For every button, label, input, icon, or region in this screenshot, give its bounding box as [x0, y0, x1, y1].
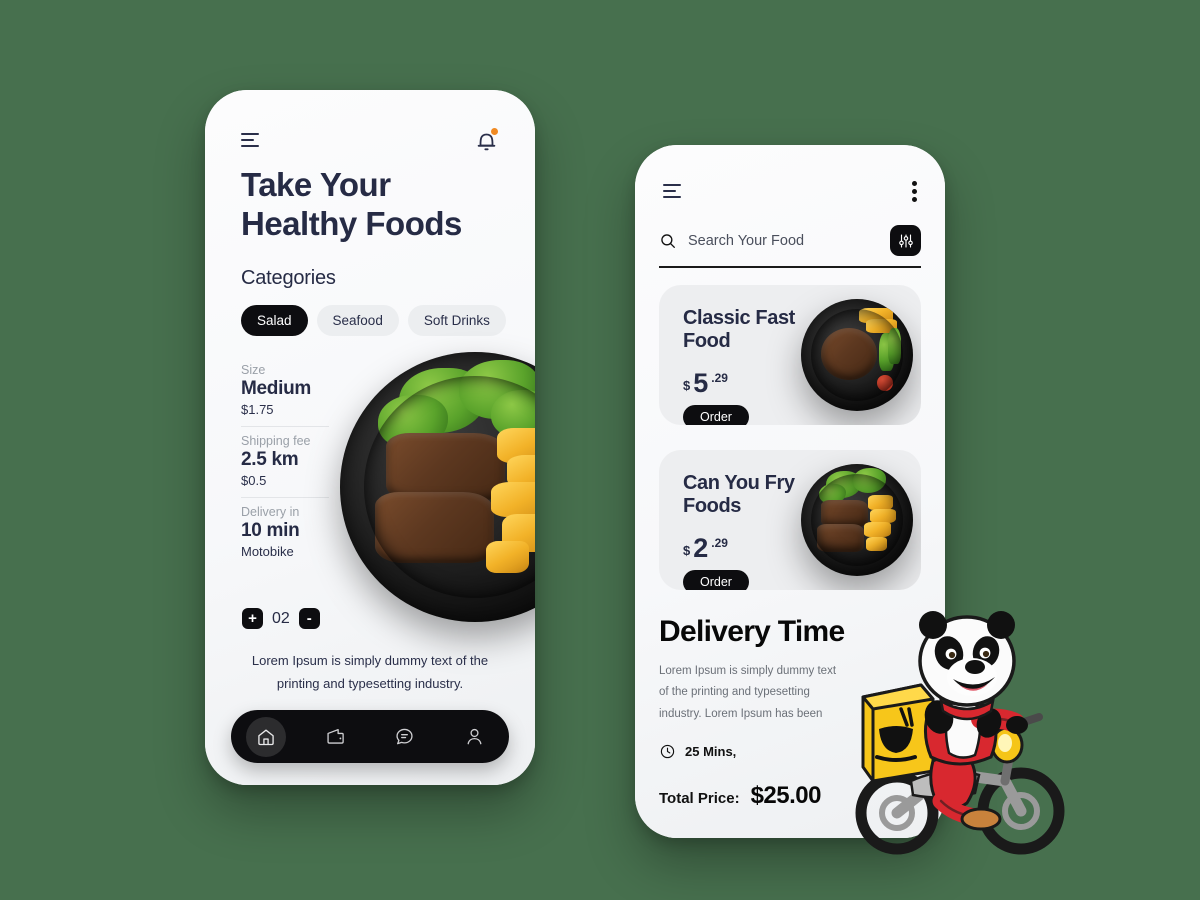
bottom-navigation-bar: [231, 710, 509, 763]
filter-button[interactable]: [890, 225, 921, 256]
order-button[interactable]: Order: [683, 570, 749, 590]
spec-divider: [241, 497, 329, 498]
spec-shipping-value: 2.5 km: [241, 449, 299, 470]
food-card[interactable]: Can You Fry Foods $ 2 .29 Order: [659, 450, 921, 590]
nav-profile-button[interactable]: [454, 717, 494, 757]
category-chip-list: Salad Seafood Soft Drinks: [241, 305, 506, 336]
price-decimal: .29: [711, 536, 728, 550]
delivery-duration-value: 25 Mins,: [685, 744, 737, 759]
panda-rider-glyph: [855, 611, 1065, 855]
food-card-price: $ 2 .29: [683, 535, 728, 562]
spec-size-price: $1.75: [241, 402, 274, 417]
search-icon: [661, 233, 675, 248]
spec-divider: [241, 426, 329, 427]
spec-size-value: Medium: [241, 378, 311, 399]
spec-delivery-value: 10 min: [241, 520, 300, 541]
kebab-menu-icon[interactable]: [912, 181, 917, 202]
spec-delivery: Delivery in 10 min Motobike: [241, 505, 333, 559]
spec-delivery-mode: Motobike: [241, 544, 294, 559]
order-button[interactable]: Order: [683, 405, 749, 425]
food-image-steak-plate: [340, 352, 535, 622]
nav-home-button[interactable]: [245, 716, 286, 757]
phone-screen-left: Take Your Healthy Foods Categories Salad…: [205, 90, 535, 785]
clock-icon: [660, 744, 675, 759]
total-price-label: Total Price:: [659, 790, 740, 807]
price-currency: $: [683, 378, 691, 393]
spec-shipping-label: Shipping fee: [241, 434, 311, 448]
home-icon: [258, 729, 274, 745]
quantity-stepper: + 02 -: [242, 608, 320, 629]
left-topbar: [241, 128, 499, 154]
categories-heading: Categories: [241, 267, 336, 289]
nav-wallet-button[interactable]: [315, 717, 355, 757]
price-integer: 2: [693, 533, 709, 563]
hamburger-icon[interactable]: [241, 133, 263, 149]
delivery-time-description: Lorem Ipsum is simply dummy text of the …: [659, 665, 837, 720]
quantity-value: 02: [272, 609, 290, 627]
price-decimal: .29: [711, 371, 728, 385]
price-integer: 5: [693, 368, 709, 398]
decrease-quantity-button[interactable]: -: [298, 608, 320, 629]
right-topbar: [663, 181, 917, 202]
spec-shipping-price: $0.5: [241, 473, 267, 488]
wallet-icon: [327, 729, 344, 744]
price-currency: $: [683, 543, 691, 558]
increase-quantity-button[interactable]: +: [242, 608, 263, 629]
category-chip-soft-drinks[interactable]: Soft Drinks: [407, 305, 506, 336]
spec-delivery-label: Delivery in: [241, 505, 300, 519]
notification-badge-dot: [491, 128, 498, 135]
total-price-row: Total Price: $25.00: [659, 782, 821, 810]
spec-size-label: Size: [241, 363, 266, 377]
profile-icon: [467, 728, 482, 745]
nav-chat-button[interactable]: [385, 717, 425, 757]
page-title: Take Your Healthy Foods: [241, 166, 462, 242]
food-card-title: Can You Fry Foods: [683, 472, 795, 517]
food-card-price: $ 5 .29: [683, 370, 728, 397]
product-specs: Size Medium $1.75 Shipping fee 2.5 km $0…: [241, 363, 333, 559]
chat-icon: [396, 728, 413, 745]
search-input[interactable]: [688, 232, 879, 249]
food-card-title: Classic Fast Food: [683, 307, 795, 352]
food-card[interactable]: Classic Fast Food $ 5 .29 Order: [659, 285, 921, 425]
delivery-time-title: Delivery Time: [659, 615, 845, 648]
category-chip-seafood[interactable]: Seafood: [316, 305, 399, 336]
delivery-duration: 25 Mins,: [659, 743, 736, 760]
notification-bell-icon[interactable]: [475, 128, 499, 154]
phone-mockup-left: Take Your Healthy Foods Categories Salad…: [205, 90, 535, 785]
spec-size: Size Medium $1.75: [241, 363, 333, 417]
total-price-value: $25.00: [750, 782, 822, 809]
search-bar: [659, 225, 921, 268]
category-chip-salad[interactable]: Salad: [241, 305, 308, 336]
spec-shipping: Shipping fee 2.5 km $0.5: [241, 434, 333, 488]
hamburger-icon[interactable]: [663, 183, 685, 200]
food-image-steak-salad-fries: [801, 464, 913, 576]
food-image-grilled-steak: [801, 299, 913, 411]
scene: Take Your Healthy Foods Categories Salad…: [0, 0, 1200, 900]
panda-delivery-rider-illustration: [855, 605, 1070, 865]
filter-sliders-icon: [898, 233, 913, 248]
product-description: Lorem Ipsum is simply dummy text of the …: [251, 653, 489, 691]
